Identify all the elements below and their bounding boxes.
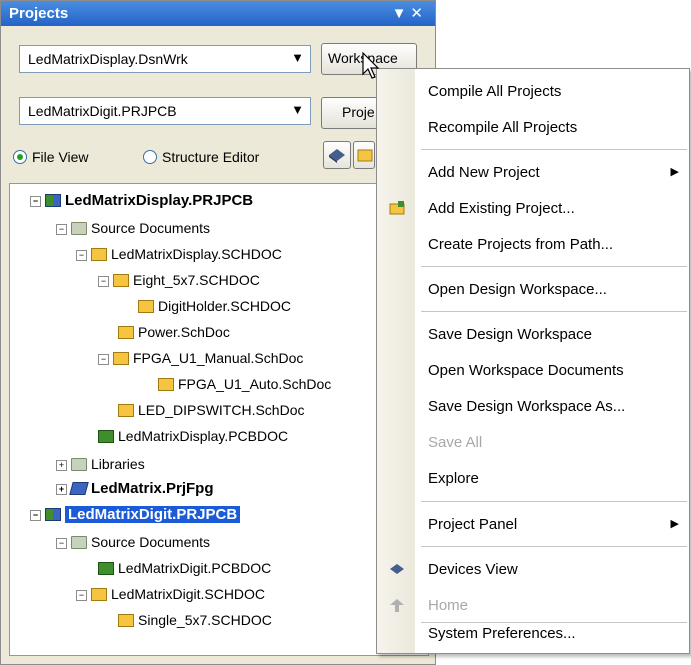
- schematic-icon: [118, 326, 134, 339]
- add-existing-project-icon: [389, 201, 405, 215]
- workspace-context-menu: Compile All Projects Recompile All Proje…: [376, 68, 690, 654]
- devices-view-icon: [389, 562, 405, 576]
- panel-title: Projects: [9, 5, 69, 22]
- chevron-down-icon[interactable]: ▼: [291, 102, 304, 117]
- tree-node[interactable]: − Source Documents: [56, 220, 210, 242]
- tree-node[interactable]: + Libraries: [56, 456, 145, 478]
- schematic-icon: [113, 352, 129, 365]
- pcb-icon: [98, 430, 114, 443]
- panel-dropdown-icon[interactable]: ▼: [392, 5, 411, 22]
- pcb-icon: [98, 562, 114, 575]
- schematic-icon: [118, 614, 134, 627]
- menu-item-add-existing-project[interactable]: Add Existing Project...: [377, 191, 689, 227]
- project-tree[interactable]: − LedMatrixDisplay.PRJPCB − Source Documen…: [9, 183, 429, 656]
- menu-item-save-all: Save All: [428, 434, 483, 451]
- folder-icon: [71, 458, 87, 471]
- menu-item-recompile-all[interactable]: Recompile All Projects: [377, 110, 689, 146]
- tree-node[interactable]: Power.SchDoc: [118, 324, 230, 346]
- menu-item-open-workspace-documents[interactable]: Open Workspace Documents: [377, 353, 689, 389]
- tree-node[interactable]: − Source Documents: [56, 534, 210, 556]
- menu-item-save-design-workspace-as[interactable]: Save Design Workspace As...: [377, 389, 689, 425]
- radio-file-view[interactable]: File View: [13, 149, 89, 165]
- panel-titlebar: Projects ▼✕: [1, 1, 435, 26]
- radio-structure-editor[interactable]: Structure Editor: [143, 149, 259, 165]
- workspace-combo[interactable]: LedMatrixDisplay.DsnWrk ▼: [19, 45, 311, 73]
- project-pcb-icon: [45, 194, 61, 207]
- schematic-icon: [113, 274, 129, 287]
- menu-separator: [421, 546, 687, 547]
- tree-node[interactable]: − Eight_5x7.SCHDOC: [98, 272, 260, 294]
- menu-item-devices-view[interactable]: Devices View: [377, 552, 689, 588]
- tree-node[interactable]: − FPGA_U1_Manual.SchDoc: [98, 350, 303, 372]
- tree-node[interactable]: − LedMatrixDigit.SCHDOC: [76, 586, 265, 608]
- folder-icon: [71, 222, 87, 235]
- menu-item-system-preferences[interactable]: System Preferences...: [377, 617, 689, 653]
- schematic-icon: [118, 404, 134, 417]
- menu-item-open-design-workspace[interactable]: Open Design Workspace...: [377, 272, 689, 308]
- menu-item-compile-all[interactable]: Compile All Projects: [377, 74, 689, 110]
- home-icon: [389, 598, 405, 612]
- radio-unselected-icon: [143, 150, 157, 164]
- menu-item-create-projects-from-path[interactable]: Create Projects from Path...: [377, 227, 689, 263]
- menu-item-explore[interactable]: Explore: [377, 461, 689, 497]
- menu-separator: [421, 149, 687, 150]
- projects-panel: Projects ▼✕ LedMatrixDisplay.DsnWrk ▼ Wo…: [0, 0, 436, 665]
- menu-item-add-new-project[interactable]: Add New Project ▶: [377, 155, 689, 191]
- tree-node[interactable]: DigitHolder.SCHDOC: [138, 298, 291, 320]
- project-combo[interactable]: LedMatrixDigit.PRJPCB ▼: [19, 97, 311, 125]
- tree-node[interactable]: − LedMatrixDisplay.PRJPCB: [30, 192, 253, 214]
- submenu-arrow-icon: ▶: [670, 166, 679, 178]
- submenu-arrow-icon: ▶: [670, 518, 679, 530]
- menu-item-save-design-workspace[interactable]: Save Design Workspace: [377, 317, 689, 353]
- radio-selected-icon: [13, 150, 27, 164]
- menu-item-project-panel[interactable]: Project Panel ▶: [377, 507, 689, 543]
- tree-node[interactable]: LedMatrixDisplay.PCBDOC: [98, 428, 288, 450]
- schematic-icon: [138, 300, 154, 313]
- tree-node[interactable]: Single_5x7.SCHDOC: [118, 612, 272, 634]
- project-combo-value: LedMatrixDigit.PRJPCB: [28, 103, 177, 119]
- project-pcb-icon: [45, 508, 61, 521]
- menu-separator: [421, 266, 687, 267]
- tree-node-selected[interactable]: − LedMatrixDigit.PRJPCB: [30, 506, 241, 528]
- menu-separator: [421, 311, 687, 312]
- tree-node[interactable]: FPGA_U1_Auto.SchDoc: [158, 376, 331, 398]
- open-folder-icon[interactable]: [353, 141, 375, 169]
- close-icon[interactable]: ✕: [410, 5, 427, 22]
- workspace-combo-value: LedMatrixDisplay.DsnWrk: [28, 51, 188, 67]
- schematic-icon: [91, 248, 107, 261]
- tree-node[interactable]: − LedMatrixDisplay.SCHDOC: [76, 246, 282, 268]
- chevron-down-icon[interactable]: ▼: [291, 50, 304, 65]
- menu-separator: [421, 501, 687, 502]
- devices-view-icon[interactable]: [323, 141, 351, 169]
- mouse-cursor-icon: [362, 52, 380, 79]
- folder-icon: [71, 536, 87, 549]
- schematic-icon: [158, 378, 174, 391]
- schematic-icon: [91, 588, 107, 601]
- tree-node[interactable]: + LedMatrix.PrjFpg: [56, 480, 214, 502]
- fpga-project-icon: [69, 482, 89, 495]
- tree-node[interactable]: LedMatrixDigit.PCBDOC: [98, 560, 271, 582]
- tree-node[interactable]: LED_DIPSWITCH.SchDoc: [118, 402, 304, 424]
